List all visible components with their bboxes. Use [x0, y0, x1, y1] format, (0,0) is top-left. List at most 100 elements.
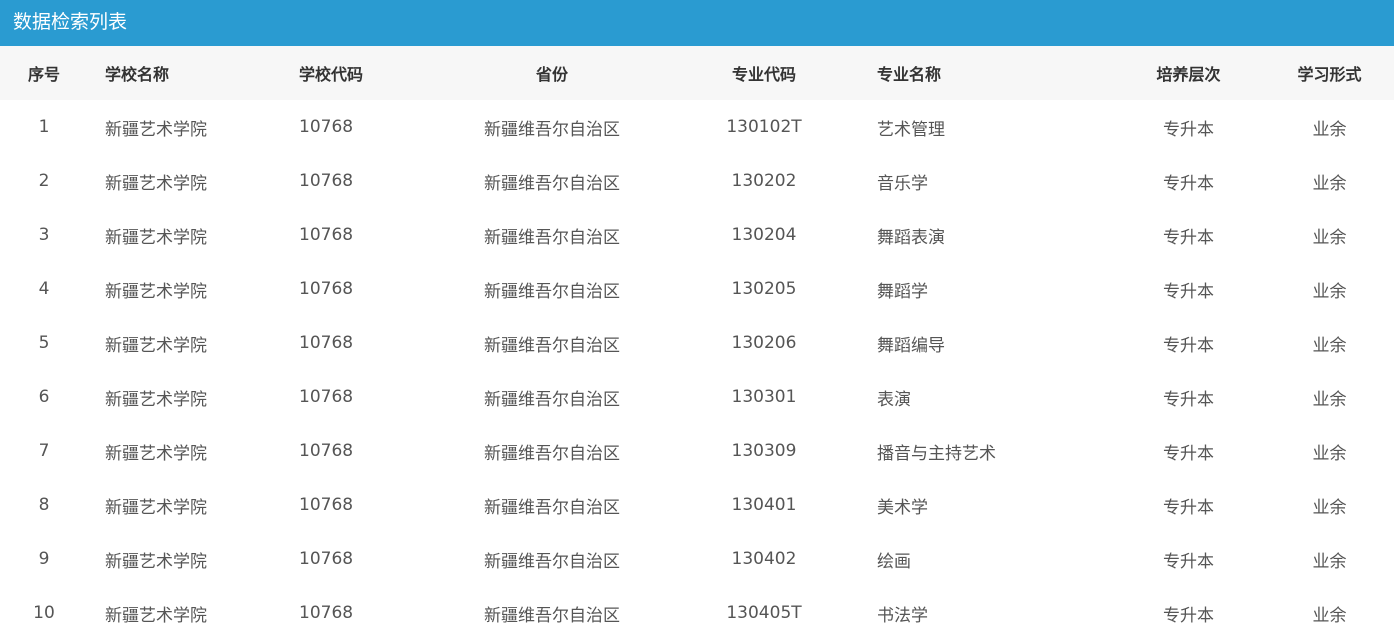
cell-level: 专升本	[1163, 227, 1214, 248]
cell-major-code: 130405T	[726, 603, 802, 623]
cell-school-code: 10768	[299, 333, 354, 353]
cell-study-form: 业余	[1312, 443, 1347, 464]
table-row: 2 新疆艺术学院 10768 新疆维吾尔自治区 130202 音乐学 专升本 业余	[0, 154, 1394, 208]
panel-title: 数据检索列表	[0, 0, 1394, 46]
cell-major-code: 130205	[731, 279, 797, 299]
cell-school-name: 新疆艺术学院	[105, 551, 207, 572]
table-row: 7 新疆艺术学院 10768 新疆维吾尔自治区 130309 播音与主持艺术 专升本 业余	[0, 424, 1394, 478]
cell-level: 专升本	[1163, 173, 1214, 194]
cell-level: 专升本	[1163, 443, 1214, 464]
cell-major-name: 音乐学	[877, 173, 928, 194]
cell-level: 专升本	[1163, 605, 1214, 626]
cell-province: 新疆维吾尔自治区	[484, 119, 620, 140]
cell-major-name: 舞蹈学	[877, 281, 928, 302]
cell-study-form: 业余	[1312, 389, 1347, 410]
header-study-form: 学习形式	[1297, 65, 1362, 84]
cell-study-form: 业余	[1312, 227, 1347, 248]
cell-major-name: 舞蹈表演	[877, 227, 945, 248]
cell-school-code: 10768	[299, 441, 354, 461]
cell-major-name: 美术学	[877, 497, 928, 518]
cell-school-name: 新疆艺术学院	[105, 119, 207, 140]
cell-level: 专升本	[1163, 335, 1214, 356]
cell-level: 专升本	[1163, 119, 1214, 140]
cell-school-code: 10768	[299, 279, 354, 299]
cell-school-name: 新疆艺术学院	[105, 443, 207, 464]
cell-province: 新疆维吾尔自治区	[484, 497, 620, 518]
cell-study-form: 业余	[1312, 605, 1347, 626]
table-row: 8 新疆艺术学院 10768 新疆维吾尔自治区 130401 美术学 专升本 业余	[0, 478, 1394, 532]
cell-school-code: 10768	[299, 603, 354, 623]
cell-major-name: 舞蹈编导	[877, 335, 945, 356]
header-school-code: 学校代码	[299, 65, 364, 84]
cell-seq: 8	[38, 495, 50, 515]
cell-school-name: 新疆艺术学院	[105, 173, 207, 194]
cell-major-name: 艺术管理	[877, 119, 945, 140]
cell-study-form: 业余	[1312, 551, 1347, 572]
cell-province: 新疆维吾尔自治区	[484, 389, 620, 410]
cell-school-name: 新疆艺术学院	[105, 281, 207, 302]
cell-major-code: 130402	[731, 549, 797, 569]
cell-school-code: 10768	[299, 549, 354, 569]
table-row: 5 新疆艺术学院 10768 新疆维吾尔自治区 130206 舞蹈编导 专升本 业余	[0, 316, 1394, 370]
cell-major-name: 表演	[877, 389, 911, 410]
cell-study-form: 业余	[1312, 335, 1347, 356]
cell-major-code: 130401	[731, 495, 797, 515]
table-row: 3 新疆艺术学院 10768 新疆维吾尔自治区 130204 舞蹈表演 专升本 业余	[0, 208, 1394, 262]
table-row: 10 新疆艺术学院 10768 新疆维吾尔自治区 130405T 书法学 专升本 业余	[0, 586, 1394, 637]
cell-level: 专升本	[1163, 551, 1214, 572]
cell-school-name: 新疆艺术学院	[105, 605, 207, 626]
cell-major-code: 130309	[731, 441, 797, 461]
table-row: 1 新疆艺术学院 10768 新疆维吾尔自治区 130102T 艺术管理 专升本 业余	[0, 100, 1394, 154]
cell-major-code: 130204	[731, 225, 797, 245]
cell-school-name: 新疆艺术学院	[105, 389, 207, 410]
header-seq: 序号	[27, 65, 60, 84]
table-body: 1 新疆艺术学院 10768 新疆维吾尔自治区 130102T 艺术管理 专升本 业余 2 新疆艺…	[0, 100, 1394, 637]
cell-school-code: 10768	[299, 117, 354, 137]
cell-major-name: 绘画	[877, 551, 911, 572]
cell-province: 新疆维吾尔自治区	[484, 605, 620, 626]
cell-seq: 7	[38, 441, 50, 461]
table-row: 4 新疆艺术学院 10768 新疆维吾尔自治区 130205 舞蹈学 专升本 业余	[0, 262, 1394, 316]
cell-major-code: 130102T	[726, 117, 802, 137]
header-school-name: 学校名称	[105, 65, 170, 84]
cell-major-code: 130202	[731, 171, 797, 191]
cell-seq: 10	[33, 603, 55, 623]
cell-province: 新疆维吾尔自治区	[484, 443, 620, 464]
cell-level: 专升本	[1163, 281, 1214, 302]
cell-province: 新疆维吾尔自治区	[484, 173, 620, 194]
table-row: 6 新疆艺术学院 10768 新疆维吾尔自治区 130301 表演 专升本 业余	[0, 370, 1394, 424]
cell-study-form: 业余	[1312, 173, 1347, 194]
cell-school-code: 10768	[299, 171, 354, 191]
cell-seq: 2	[38, 171, 50, 191]
cell-province: 新疆维吾尔自治区	[484, 551, 620, 572]
cell-seq: 6	[38, 387, 50, 407]
cell-school-name: 新疆艺术学院	[105, 497, 207, 518]
table-row: 9 新疆艺术学院 10768 新疆维吾尔自治区 130402 绘画 专升本 业余	[0, 532, 1394, 586]
header-row: 序号 学校名称 学校代码 省份 专业代码 专业名称 培养层次 学习形式	[0, 46, 1394, 100]
cell-province: 新疆维吾尔自治区	[484, 281, 620, 302]
cell-study-form: 业余	[1312, 119, 1347, 140]
cell-province: 新疆维吾尔自治区	[484, 335, 620, 356]
cell-school-code: 10768	[299, 387, 354, 407]
cell-major-name: 播音与主持艺术	[877, 443, 996, 464]
cell-school-name: 新疆艺术学院	[105, 227, 207, 248]
header-major-name: 专业名称	[877, 65, 942, 84]
cell-seq: 4	[38, 279, 50, 299]
cell-school-code: 10768	[299, 225, 354, 245]
cell-seq: 5	[38, 333, 50, 353]
results-table: 序号 学校名称 学校代码 省份 专业代码 专业名称 培养层次 学习形式 1 新疆艺…	[0, 46, 1394, 637]
cell-level: 专升本	[1163, 497, 1214, 518]
header-province: 省份	[535, 65, 568, 84]
cell-school-name: 新疆艺术学院	[105, 335, 207, 356]
cell-seq: 1	[38, 117, 50, 137]
cell-major-name: 书法学	[877, 605, 928, 626]
cell-province: 新疆维吾尔自治区	[484, 227, 620, 248]
cell-seq: 9	[38, 549, 50, 569]
cell-school-code: 10768	[299, 495, 354, 515]
cell-major-code: 130301	[731, 387, 797, 407]
table-header: 序号 学校名称 学校代码 省份 专业代码 专业名称 培养层次 学习形式	[0, 46, 1394, 100]
cell-seq: 3	[38, 225, 50, 245]
cell-study-form: 业余	[1312, 281, 1347, 302]
cell-major-code: 130206	[731, 333, 797, 353]
header-level: 培养层次	[1156, 65, 1221, 84]
